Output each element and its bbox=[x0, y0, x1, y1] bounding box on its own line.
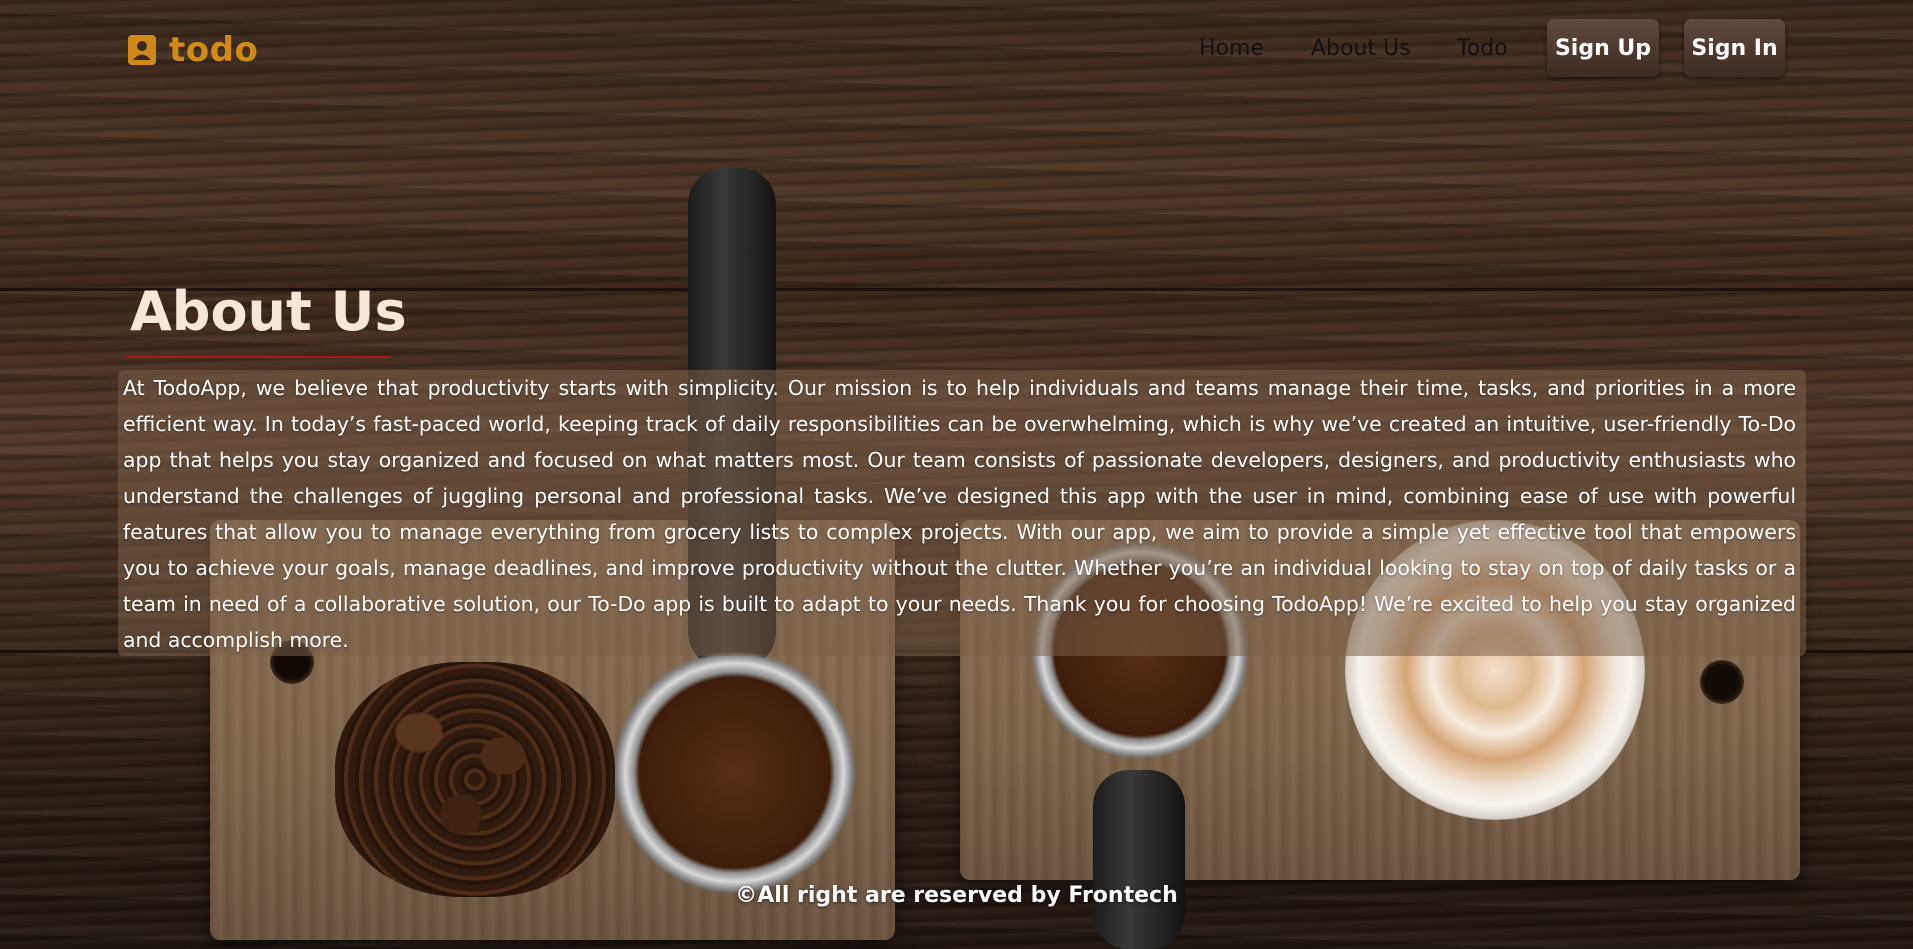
board-hole bbox=[1700, 660, 1744, 704]
sign-up-button[interactable]: Sign Up bbox=[1547, 19, 1659, 77]
nav-link-todo[interactable]: Todo bbox=[1457, 36, 1508, 61]
portafilter bbox=[612, 650, 857, 895]
coffee-beans bbox=[335, 662, 615, 897]
address-book-icon bbox=[128, 35, 156, 65]
nav-link-about-us[interactable]: About Us bbox=[1311, 36, 1411, 61]
about-paragraph: At TodoApp, we believe that productivity… bbox=[123, 376, 1796, 652]
sign-in-button[interactable]: Sign In bbox=[1684, 19, 1785, 77]
brand-name: todo bbox=[169, 30, 259, 70]
brand-logo[interactable]: todo bbox=[127, 30, 258, 70]
page-title: About Us bbox=[130, 280, 407, 343]
footer-copyright: ©All right are reserved by Frontech bbox=[735, 883, 1178, 908]
nav-link-home[interactable]: Home bbox=[1199, 36, 1264, 61]
title-underline bbox=[126, 356, 390, 358]
portafilter-handle bbox=[1093, 770, 1185, 949]
navbar: todo Home About Us Todo Sign Up Sign In bbox=[0, 0, 1913, 100]
